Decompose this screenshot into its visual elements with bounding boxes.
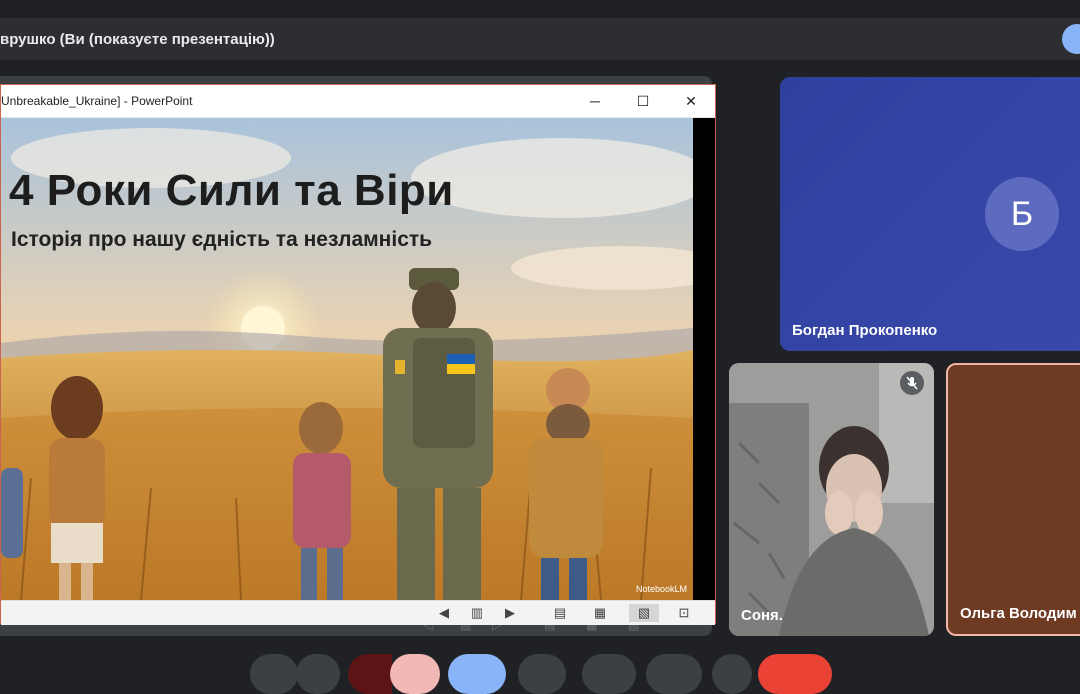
microphone-button[interactable]	[296, 654, 340, 694]
meeting-top-bar: врушко (Ви (показуєте презентацію))	[0, 18, 1080, 60]
notebooklm-watermark: NotebookLM	[635, 584, 687, 594]
participant-video	[729, 363, 934, 636]
reading-view-icon[interactable]: ▧	[629, 604, 659, 622]
participant-tile-sonia[interactable]: Соня.	[729, 363, 934, 636]
participant-name: Соня.	[741, 607, 783, 624]
slide-canvas[interactable]: 4 Роки Сили та Віри Історія про нашу єдн…	[1, 118, 693, 600]
camera-off-button[interactable]	[390, 654, 440, 694]
participant-tile-bohdan[interactable]: Б Богдан Прокопенко	[780, 77, 1080, 351]
raise-hand-button[interactable]	[646, 654, 702, 694]
participant-tile-olga[interactable]: Ольга Володим	[946, 363, 1080, 636]
window-title-bar[interactable]: Unbreakable_Ukraine] - PowerPoint ─ ☐ ✕	[1, 85, 715, 118]
slide-title: 4 Роки Сили та Віри	[9, 166, 454, 215]
participant-avatar: Б	[985, 177, 1059, 251]
presenter-title: врушко (Ви (показуєте презентацію))	[0, 30, 275, 48]
minimize-button[interactable]: ─	[571, 85, 619, 117]
present-button[interactable]	[448, 654, 506, 694]
captions-toggle-button[interactable]	[582, 654, 636, 694]
powerpoint-status-bar: ◀ ▥ ▶ ▤ ▦ ▧ ⊡	[1, 600, 715, 625]
prev-slide-icon[interactable]: ◀	[435, 604, 453, 622]
slideshow-icon[interactable]: ⊡	[675, 604, 693, 622]
slide-letterbox	[693, 118, 715, 600]
camera-options-button[interactable]	[348, 654, 392, 694]
captions-button[interactable]	[250, 654, 298, 694]
close-button[interactable]: ✕	[667, 85, 715, 117]
participant-name: Богдан Прокопенко	[792, 322, 938, 339]
slide-sorter-icon[interactable]: ▦	[591, 604, 609, 622]
slide-counter-icon[interactable]: ▥	[468, 604, 486, 622]
slide-subtitle: Історія про нашу єдність та незламність	[11, 228, 433, 251]
normal-view-icon[interactable]: ▤	[551, 604, 569, 622]
window-title: Unbreakable_Ukraine] - PowerPoint	[1, 94, 193, 108]
powerpoint-window[interactable]: Unbreakable_Ukraine] - PowerPoint ─ ☐ ✕	[0, 84, 716, 625]
next-slide-icon[interactable]: ▶	[501, 604, 519, 622]
leave-call-button[interactable]	[758, 654, 832, 694]
reactions-button[interactable]	[518, 654, 566, 694]
more-options-button[interactable]	[712, 654, 752, 694]
mic-off-icon	[900, 371, 924, 395]
maximize-button[interactable]: ☐	[619, 85, 667, 117]
user-avatar[interactable]	[1062, 24, 1080, 54]
participant-name: Ольга Володим	[960, 605, 1077, 622]
